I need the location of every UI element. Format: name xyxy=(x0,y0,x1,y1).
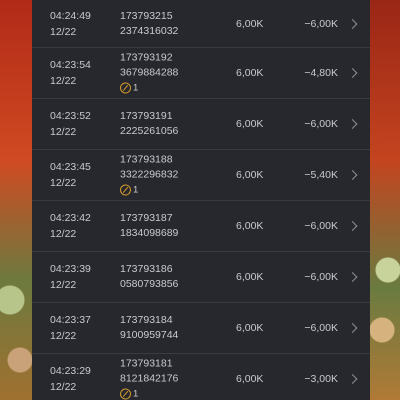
row-time: 04:23:42 xyxy=(50,212,91,224)
bet-amount: 6,00K xyxy=(236,67,264,79)
win-amount: −3,00K xyxy=(304,373,338,385)
row-date: 12/22 xyxy=(50,330,77,342)
win-amount: −6,00K xyxy=(304,220,338,232)
transaction-id: 2374316032 xyxy=(120,24,179,37)
bet-amount: 6,00K xyxy=(236,220,264,232)
round-id: 173793181 xyxy=(120,357,173,370)
history-row[interactable]: 04:23:42 12/22 173793187 1834098689 6,00… xyxy=(32,201,370,252)
chevron-right-icon[interactable] xyxy=(347,374,358,384)
bet-amount: 6,00K xyxy=(236,17,264,30)
feature-badge: 1 xyxy=(120,81,178,96)
win-amount: −6,00K xyxy=(304,322,338,334)
row-ids: 173793191 2225261056 xyxy=(120,109,178,139)
transaction-id: 0580793856 xyxy=(120,278,179,290)
transaction-id: 1834098689 xyxy=(120,227,179,239)
round-id: 173793192 xyxy=(120,51,173,64)
row-time: 04:23:45 xyxy=(50,161,91,173)
row-time: 04:23:52 xyxy=(50,110,91,122)
win-amount: −6,00K xyxy=(304,118,338,130)
row-datetime: 04:23:37 12/22 xyxy=(50,312,91,344)
row-date: 12/22 xyxy=(50,177,77,189)
round-id: 173793191 xyxy=(120,110,173,122)
row-date: 12/22 xyxy=(50,25,77,38)
transaction-id: 8121842176 xyxy=(120,372,179,385)
row-datetime: 04:23:42 12/22 xyxy=(50,210,91,242)
row-ids: 173793215 2374316032 xyxy=(120,9,178,39)
win-amount: −4,80K xyxy=(304,67,338,79)
row-datetime: 04:23:54 12/22 xyxy=(50,57,91,89)
history-row[interactable]: 04:23:45 12/22 173793188 3322296832 1 6,… xyxy=(32,150,370,201)
transaction-id: 3679884288 xyxy=(120,66,179,79)
win-amount: −6,00K xyxy=(304,271,338,283)
row-date: 12/22 xyxy=(50,228,77,240)
row-date: 12/22 xyxy=(50,75,77,87)
history-row[interactable]: 04:23:29 12/22 173793181 8121842176 1 6,… xyxy=(32,354,370,400)
history-row[interactable]: 04:24:49 12/22 173793215 2374316032 6,00… xyxy=(32,0,370,48)
win-amount: −6,00K xyxy=(304,17,338,30)
row-time: 04:23:29 xyxy=(50,365,91,377)
chevron-right-icon[interactable] xyxy=(347,18,358,29)
history-row[interactable]: 04:23:39 12/22 173793186 0580793856 6,00… xyxy=(32,252,370,303)
feature-badge: 1 xyxy=(120,183,178,198)
chevron-right-icon[interactable] xyxy=(347,68,358,78)
history-row[interactable]: 04:23:54 12/22 173793192 3679884288 1 6,… xyxy=(32,48,370,99)
bet-amount: 6,00K xyxy=(236,118,264,130)
chevron-right-icon[interactable] xyxy=(347,272,358,282)
round-id: 173793187 xyxy=(120,212,173,224)
transaction-id: 2225261056 xyxy=(120,125,179,137)
round-id: 173793186 xyxy=(120,263,173,275)
pickaxe-icon xyxy=(120,184,131,196)
round-id: 173793188 xyxy=(120,153,173,166)
row-datetime: 04:23:45 12/22 xyxy=(50,159,91,191)
row-time: 04:23:37 xyxy=(50,314,91,326)
feature-count: 1 xyxy=(133,82,139,94)
row-time: 04:23:54 xyxy=(50,59,91,71)
pickaxe-icon xyxy=(120,82,131,94)
row-datetime: 04:23:29 12/22 xyxy=(50,363,91,395)
feature-badge: 1 xyxy=(120,387,178,400)
chevron-right-icon[interactable] xyxy=(347,323,358,333)
row-date: 12/22 xyxy=(50,381,77,393)
round-id: 173793215 xyxy=(120,9,173,22)
round-id: 173793184 xyxy=(120,314,173,326)
bet-history-list: 04:24:49 12/22 173793215 2374316032 6,00… xyxy=(32,0,370,400)
chevron-right-icon[interactable] xyxy=(347,119,358,129)
background-right xyxy=(370,0,400,400)
feature-count: 1 xyxy=(133,184,139,196)
bet-amount: 6,00K xyxy=(236,169,264,181)
row-datetime: 04:23:39 12/22 xyxy=(50,261,91,293)
row-ids: 173793184 9100959744 xyxy=(120,313,178,343)
row-date: 12/22 xyxy=(50,279,77,291)
bet-amount: 6,00K xyxy=(236,322,264,334)
win-amount: −5,40K xyxy=(304,169,338,181)
background-left xyxy=(0,0,32,400)
transaction-id: 9100959744 xyxy=(120,329,179,341)
row-ids: 173793188 3322296832 1 xyxy=(120,153,178,198)
history-row[interactable]: 04:23:52 12/22 173793191 2225261056 6,00… xyxy=(32,99,370,150)
transaction-id: 3322296832 xyxy=(120,168,179,181)
row-ids: 173793187 1834098689 xyxy=(120,211,178,241)
bet-amount: 6,00K xyxy=(236,271,264,283)
row-datetime: 04:24:49 12/22 xyxy=(50,8,91,40)
feature-count: 1 xyxy=(133,388,139,400)
row-ids: 173793186 0580793856 xyxy=(120,262,178,292)
bet-amount: 6,00K xyxy=(236,373,264,385)
row-ids: 173793192 3679884288 1 xyxy=(120,51,178,96)
row-time: 04:24:49 xyxy=(50,9,91,22)
history-row[interactable]: 04:23:37 12/22 173793184 9100959744 6,00… xyxy=(32,303,370,354)
row-date: 12/22 xyxy=(50,126,77,138)
pickaxe-icon xyxy=(120,388,131,400)
chevron-right-icon[interactable] xyxy=(347,221,358,231)
row-ids: 173793181 8121842176 1 xyxy=(120,357,178,400)
row-time: 04:23:39 xyxy=(50,263,91,275)
chevron-right-icon[interactable] xyxy=(347,170,358,180)
row-datetime: 04:23:52 12/22 xyxy=(50,108,91,140)
